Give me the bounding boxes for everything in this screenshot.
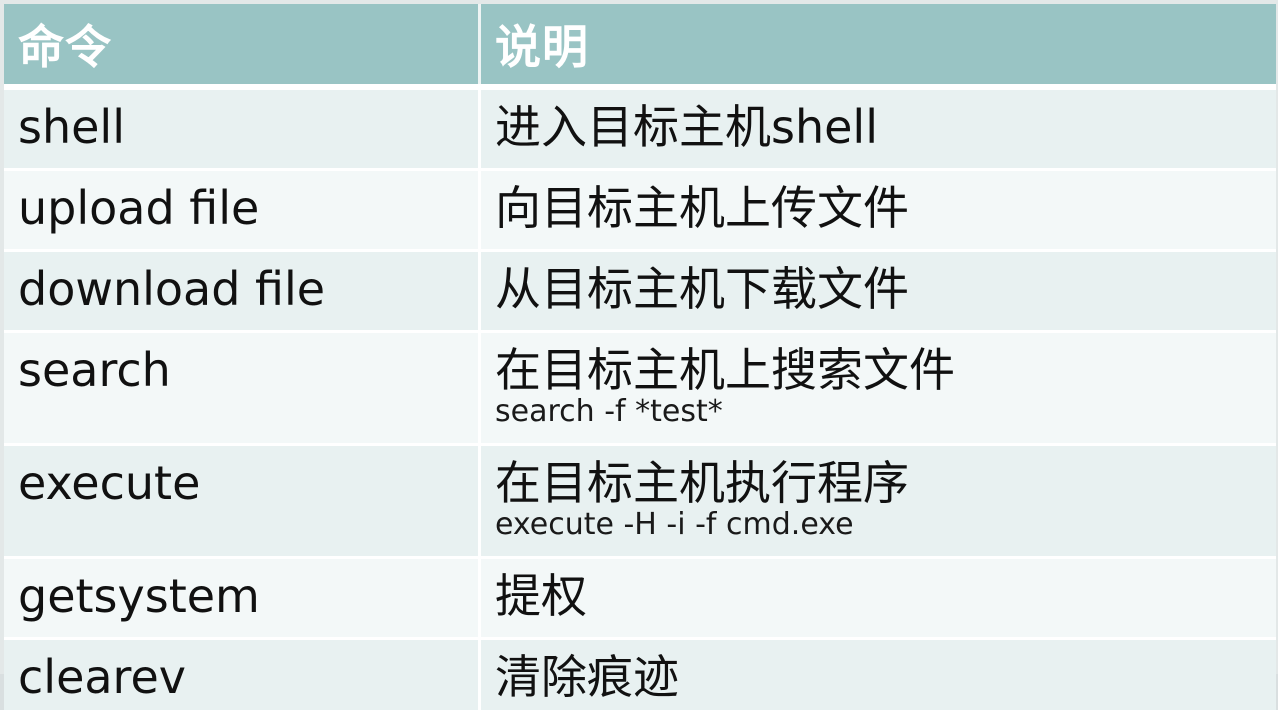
header-command: 命令 (4, 4, 478, 84)
description-cell: 从目标主机下载文件 (478, 249, 1276, 330)
table-row: upload file 向目标主机上传文件 (4, 168, 1276, 249)
header-description: 说明 (478, 4, 1276, 84)
table-row: download file 从目标主机下载文件 (4, 249, 1276, 330)
command-cell: execute (4, 443, 478, 556)
example-text: search -f *test* (495, 394, 723, 429)
table-row: execute 在目标主机执行程序 execute -H -i -f cmd.e… (4, 443, 1276, 556)
description-cell: 在目标主机上搜索文件 search -f *test* (478, 330, 1276, 443)
command-cell: upload file (4, 168, 478, 249)
description-cell: 向目标主机上传文件 (478, 168, 1276, 249)
table-row: shell 进入目标主机shell (4, 84, 1276, 168)
command-cell: download file (4, 249, 478, 330)
table-row: getsystem 提权 (4, 556, 1276, 637)
slide-frame: 命令 说明 shell 进入目标主机shell upload file 向目标主… (0, 0, 1278, 710)
description-text: 在目标主机执行程序 (495, 456, 909, 510)
command-table: 命令 说明 shell 进入目标主机shell upload file 向目标主… (4, 4, 1276, 710)
description-text: 在目标主机上搜索文件 (495, 343, 955, 397)
command-cell: getsystem (4, 556, 478, 637)
description-cell: 进入目标主机shell (478, 84, 1276, 168)
example-text: execute -H -i -f cmd.exe (495, 507, 854, 542)
command-cell: shell (4, 84, 478, 168)
command-cell: search (4, 330, 478, 443)
description-cell: 在目标主机执行程序 execute -H -i -f cmd.exe (478, 443, 1276, 556)
description-cell: 提权 (478, 556, 1276, 637)
table-header-row: 命令 说明 (4, 4, 1276, 84)
table-row: search 在目标主机上搜索文件 search -f *test* (4, 330, 1276, 443)
